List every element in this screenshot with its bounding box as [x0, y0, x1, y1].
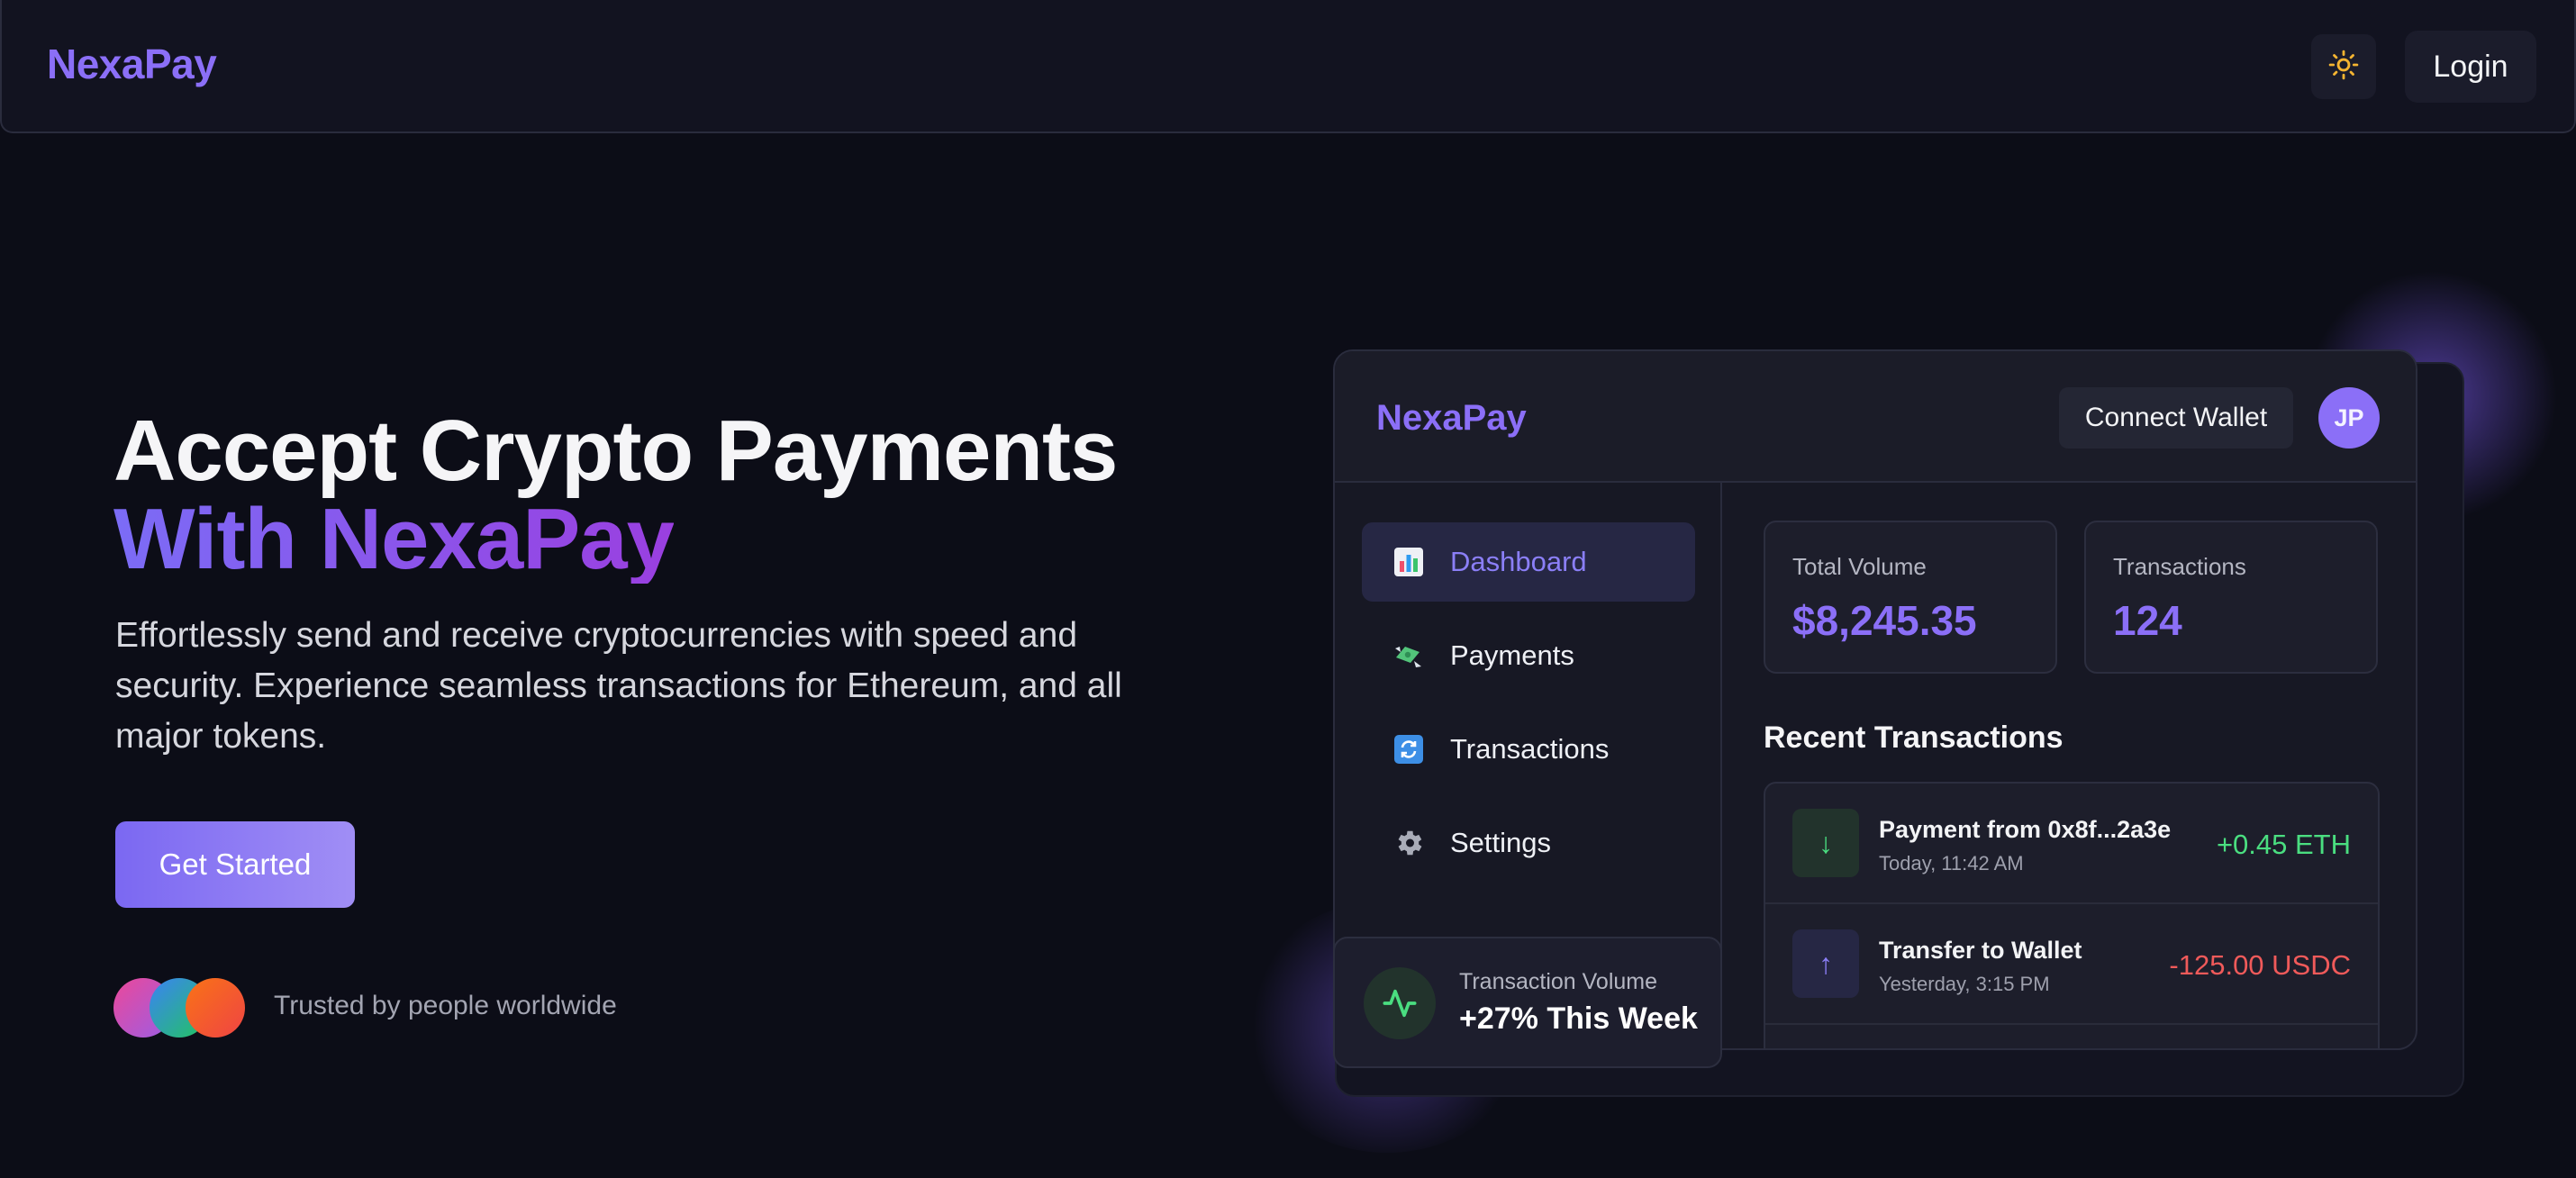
- top-navbar: NexaPay Login: [0, 0, 2576, 133]
- sidebar-item-label: Transactions: [1450, 733, 1610, 765]
- transaction-title: Transfer to Wallet: [1879, 937, 2082, 964]
- volume-label: Transaction Volume: [1459, 969, 1658, 994]
- bar-chart-icon: [1392, 546, 1425, 578]
- dashboard-brand: NexaPay: [1376, 398, 1527, 438]
- hero-description: Effortlessly send and receive cryptocurr…: [115, 616, 1122, 756]
- login-button[interactable]: Login: [2405, 31, 2536, 103]
- trusted-text: Trusted by people worldwide: [274, 991, 617, 1020]
- get-started-button[interactable]: Get Started: [115, 821, 355, 908]
- connect-wallet-button[interactable]: Connect Wallet: [2059, 387, 2293, 449]
- stat-label: Total Volume: [1792, 553, 1927, 580]
- transaction-volume-card: Transaction Volume +27% This Week: [1333, 937, 1722, 1068]
- money-wings-icon: [1392, 639, 1425, 672]
- transaction-row[interactable]: ↓ Payment from 0x8f...2a3e Today, 11:42 …: [1765, 784, 2378, 904]
- sidebar-item-label: Dashboard: [1450, 546, 1587, 577]
- stat-card-total-volume: Total Volume $8,245.35: [1764, 521, 2057, 674]
- sidebar-item-transactions[interactable]: Transactions: [1362, 710, 1695, 789]
- transaction-amount: -125.00 USDC: [2169, 949, 2351, 981]
- stat-value: $8,245.35: [1792, 597, 1977, 644]
- hero-title-line1: Accept Crypto Payments: [113, 403, 1118, 499]
- user-avatar[interactable]: JP: [2318, 387, 2380, 449]
- sidebar-item-label: Payments: [1450, 639, 1574, 671]
- brand-logo[interactable]: NexaPay: [47, 40, 217, 88]
- hero-title-highlight: With NexaPay: [113, 495, 674, 584]
- sidebar-item-label: Settings: [1450, 827, 1552, 858]
- hero-title-brand: NexaPay: [319, 491, 675, 587]
- transaction-amount: +0.45 ETH: [2216, 829, 2351, 860]
- sidebar-item-settings[interactable]: Settings: [1362, 803, 1695, 883]
- transactions-list: ↓ Payment from 0x8f...2a3e Today, 11:42 …: [1764, 782, 2380, 1048]
- stat-card-transactions: Transactions 124: [2084, 521, 2378, 674]
- dashboard-header: NexaPay Connect Wallet JP: [1335, 351, 2416, 483]
- trusted-avatars: [113, 978, 267, 1038]
- gear-icon: [1392, 827, 1425, 859]
- sidebar-item-payments[interactable]: Payments: [1362, 616, 1695, 695]
- arrow-down-icon: ↓: [1792, 809, 1859, 877]
- transaction-time: Yesterday, 3:15 PM: [1879, 973, 2050, 995]
- theme-toggle-button[interactable]: [2311, 34, 2376, 99]
- arrow-up-icon: ↑: [1792, 929, 1859, 998]
- hero-title-with: With: [113, 491, 297, 587]
- stat-label: Transactions: [2113, 553, 2246, 580]
- stat-value: 124: [2113, 597, 2182, 644]
- activity-icon: [1364, 967, 1436, 1039]
- refresh-icon: [1392, 733, 1425, 766]
- recent-transactions-title: Recent Transactions: [1764, 720, 2064, 755]
- volume-value: +27% This Week: [1459, 1001, 1698, 1036]
- hero-title: Accept Crypto Payments With NexaPay: [113, 407, 1118, 584]
- sun-icon: [2328, 50, 2359, 85]
- transaction-title: Payment from 0x8f...2a3e: [1879, 816, 2172, 843]
- transaction-time: Today, 11:42 AM: [1879, 852, 2024, 874]
- sidebar-item-dashboard[interactable]: Dashboard: [1362, 522, 1695, 602]
- transaction-row[interactable]: ↑ Transfer to Wallet Yesterday, 3:15 PM …: [1765, 904, 2378, 1025]
- avatar: [186, 978, 245, 1038]
